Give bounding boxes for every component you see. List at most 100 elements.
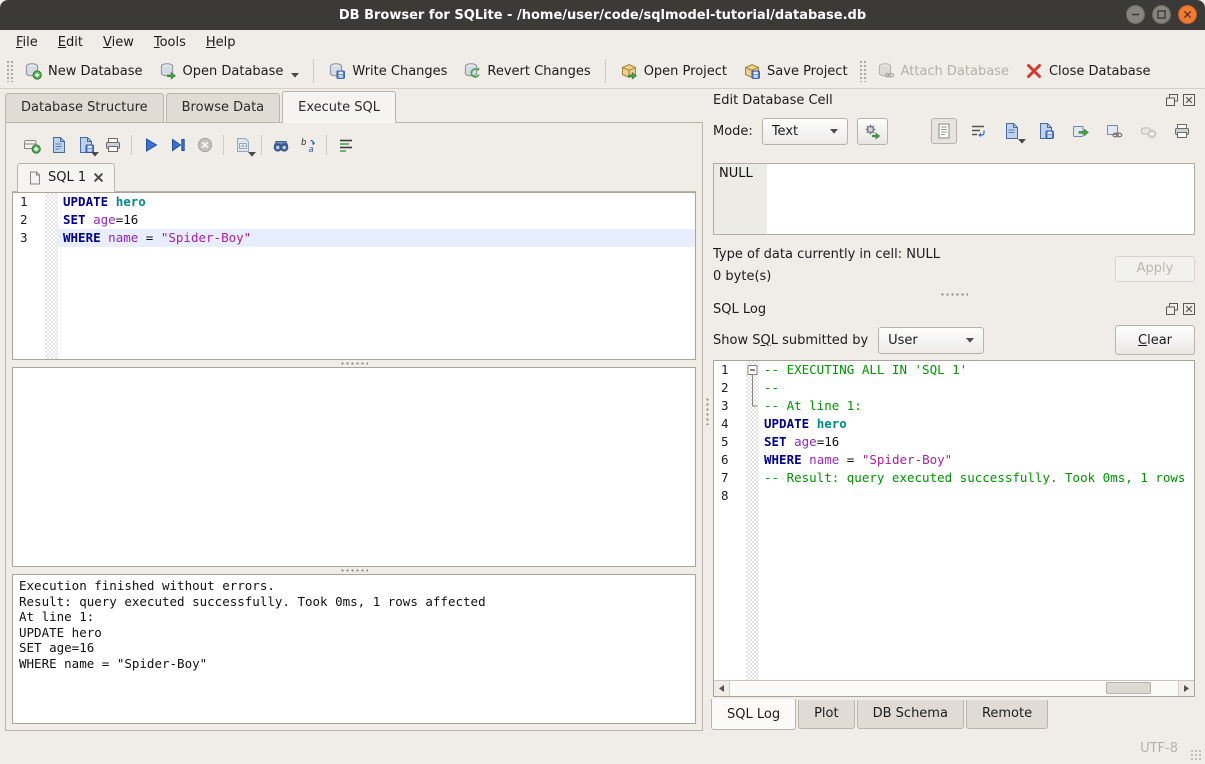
maximize-window-icon[interactable] xyxy=(1152,5,1171,24)
close-dock-icon[interactable] xyxy=(1183,94,1195,106)
text-mode-icon[interactable] xyxy=(931,118,957,144)
scrollbar-thumb[interactable] xyxy=(1106,682,1151,694)
splitter-results-log[interactable] xyxy=(12,567,696,574)
line-number-gutter: 123 xyxy=(13,193,45,359)
menu-tools[interactable]: Tools xyxy=(144,32,196,53)
bottom-tab-remote[interactable]: Remote xyxy=(966,700,1048,729)
left-panel: Database StructureBrowse DataExecute SQL… xyxy=(0,89,703,733)
execute-sql-page: ba SQL 1 123 UPDATE heroSET age=16WHERE n… xyxy=(5,122,703,731)
toolbar-button-label: Write Changes xyxy=(352,64,447,79)
set-null-icon xyxy=(1135,118,1161,144)
db-new-icon xyxy=(24,62,42,80)
log-filter-row: Show SQL submitted by User Clear xyxy=(711,322,1197,358)
execution-log-line: At line 1: xyxy=(19,609,689,625)
mode-select[interactable]: Text xyxy=(762,118,848,145)
tab-database-structure[interactable]: Database Structure xyxy=(5,93,164,122)
resize-grip[interactable] xyxy=(1190,749,1202,761)
open-database-button[interactable]: Open Database xyxy=(151,57,308,85)
export-data-icon[interactable] xyxy=(1067,118,1093,144)
menu-help[interactable]: Help xyxy=(196,32,246,53)
print-sql-icon[interactable] xyxy=(99,132,126,158)
bottom-tab-db-schema[interactable]: DB Schema xyxy=(857,700,964,729)
log-filter-select[interactable]: User xyxy=(878,327,984,354)
float-dock-icon[interactable] xyxy=(1166,303,1178,315)
write-changes-button[interactable]: Write Changes xyxy=(320,57,455,85)
open-sql-file-icon[interactable] xyxy=(45,132,72,158)
bottom-tab-plot[interactable]: Plot xyxy=(798,700,855,729)
toolbar-button-label: Open Database xyxy=(183,64,284,79)
main-tab-bar: Database StructureBrowse DataExecute SQL xyxy=(0,89,703,122)
sql-file-icon xyxy=(28,171,41,185)
menu-view[interactable]: View xyxy=(93,32,144,53)
db-open-icon xyxy=(159,62,177,80)
toolbar-drag-handle xyxy=(6,60,13,82)
close-window-icon[interactable] xyxy=(1178,5,1197,24)
mode-label: Mode: xyxy=(713,124,753,139)
fold-margin xyxy=(746,361,759,680)
open-project-icon xyxy=(620,62,638,80)
float-dock-icon[interactable] xyxy=(1166,94,1178,106)
toolbar-drag-handle xyxy=(859,60,866,82)
execute-line-icon[interactable] xyxy=(164,132,191,158)
scroll-left-icon[interactable] xyxy=(714,681,730,696)
cell-type-info: Type of data currently in cell: NULL xyxy=(713,247,940,262)
toolbar-button-label: Revert Changes xyxy=(487,64,590,79)
cell-value-editor[interactable]: NULL xyxy=(713,163,1195,235)
toolbar-separator xyxy=(605,59,606,83)
toolbar-button-label: Close Database xyxy=(1049,64,1151,79)
print-cell-icon[interactable] xyxy=(1169,118,1195,144)
menu-file[interactable]: File xyxy=(6,32,48,53)
open-file-icon[interactable] xyxy=(999,118,1025,144)
code-area[interactable]: UPDATE heroSET age=16WHERE name = "Spide… xyxy=(58,193,695,359)
sql-editor[interactable]: 123 UPDATE heroSET age=16WHERE name = "Sp… xyxy=(12,192,696,360)
format-sql-icon[interactable] xyxy=(332,132,359,158)
word-wrap-icon[interactable] xyxy=(965,118,991,144)
cell-value: NULL xyxy=(714,164,767,234)
sql-tab[interactable]: SQL 1 xyxy=(17,163,115,192)
minimize-window-icon[interactable] xyxy=(1126,5,1145,24)
close-tab-icon[interactable] xyxy=(93,172,104,183)
splitter-editor-results[interactable] xyxy=(12,360,696,367)
tab-execute-sql[interactable]: Execute SQL xyxy=(282,91,396,123)
toolbar-separator xyxy=(261,135,262,155)
chevron-down-icon xyxy=(1018,139,1026,144)
execution-log-line: UPDATE hero xyxy=(19,625,689,641)
save-project-icon xyxy=(743,62,761,80)
open-project-button[interactable]: Open Project xyxy=(612,57,735,85)
link-data-icon[interactable] xyxy=(1101,118,1127,144)
window-title: DB Browser for SQLite - /home/user/code/… xyxy=(339,8,866,23)
vertical-splitter[interactable] xyxy=(703,89,711,733)
code-area[interactable]: -- EXECUTING ALL IN 'SQL 1'---- At line … xyxy=(759,361,1194,680)
close-database-button[interactable]: Close Database xyxy=(1017,57,1159,85)
results-pane xyxy=(12,367,696,567)
scroll-right-icon[interactable] xyxy=(1178,681,1194,696)
cell-size-info: 0 byte(s) xyxy=(713,269,940,284)
app-window: { "window": { "title": "DB Browser for S… xyxy=(0,0,1205,764)
scrollbar-track[interactable] xyxy=(730,681,1178,696)
clear-log-button[interactable]: Clear xyxy=(1115,325,1195,355)
execute-all-icon[interactable] xyxy=(137,132,164,158)
revert-changes-button[interactable]: Revert Changes xyxy=(455,57,598,85)
bottom-tab-sql-log[interactable]: SQL Log xyxy=(711,699,796,730)
toolbar-separator xyxy=(313,59,314,83)
encoding-indicator: UTF-8 xyxy=(1140,741,1178,756)
chevron-down-icon[interactable] xyxy=(291,73,299,78)
apply-cell-button[interactable] xyxy=(857,118,888,145)
tab-browse-data[interactable]: Browse Data xyxy=(166,93,281,122)
cell-mode-row: Mode: Text xyxy=(711,111,1197,151)
new-sql-tab-icon[interactable] xyxy=(18,132,45,158)
menu-edit[interactable]: Edit xyxy=(48,32,93,53)
code-line: -- EXECUTING ALL IN 'SQL 1' xyxy=(759,361,1194,379)
save-project-button[interactable]: Save Project xyxy=(735,57,856,85)
sql-log-code[interactable]: 12345678-- EXECUTING ALL IN 'SQL 1'---- … xyxy=(714,361,1194,680)
save-file-icon[interactable] xyxy=(1033,118,1059,144)
splitter-docks[interactable] xyxy=(711,291,1197,298)
close-dock-icon[interactable] xyxy=(1183,303,1195,315)
execution-log-line: SET age=16 xyxy=(19,640,689,656)
find-icon[interactable] xyxy=(267,132,294,158)
find-replace-icon[interactable]: ba xyxy=(294,132,321,158)
new-database-button[interactable]: New Database xyxy=(16,57,151,85)
save-sql-file-icon[interactable] xyxy=(72,132,99,158)
toolbar-button-label: Save Project xyxy=(767,64,848,79)
code-line: UPDATE hero xyxy=(759,415,1194,433)
